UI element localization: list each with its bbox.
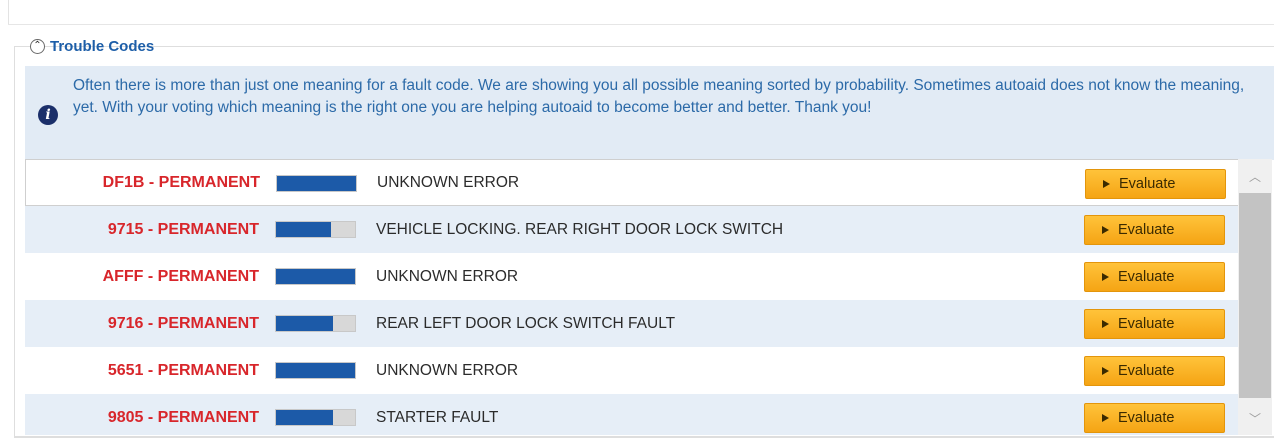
- play-icon: [1102, 414, 1109, 422]
- trouble-code-list: DF1B - PERMANENT UNKNOWN ERROR Evaluate …: [25, 159, 1238, 435]
- evaluate-button[interactable]: Evaluate: [1084, 215, 1225, 245]
- play-icon: [1103, 180, 1110, 188]
- scrollbar[interactable]: ︿ ﹀: [1238, 159, 1272, 435]
- evaluate-button-label: Evaluate: [1118, 269, 1175, 285]
- fault-meaning: REAR LEFT DOOR LOCK SWITCH FAULT: [376, 314, 676, 332]
- probability-bar: [275, 268, 356, 285]
- probability-fill: [276, 410, 333, 425]
- section-title[interactable]: Trouble Codes: [50, 38, 154, 55]
- evaluate-button-label: Evaluate: [1118, 363, 1175, 379]
- evaluate-button[interactable]: Evaluate: [1084, 356, 1225, 386]
- fault-meaning: VEHICLE LOCKING. REAR RIGHT DOOR LOCK SW…: [376, 220, 784, 238]
- evaluate-button[interactable]: Evaluate: [1084, 403, 1225, 433]
- section-header[interactable]: ⌃ Trouble Codes: [30, 35, 154, 57]
- play-icon: [1102, 367, 1109, 375]
- fault-code: DF1B - PERMANENT: [102, 173, 260, 191]
- fault-code: 9715 - PERMANENT: [107, 220, 259, 238]
- evaluate-button[interactable]: Evaluate: [1085, 169, 1226, 199]
- trouble-code-row: 9716 - PERMANENT REAR LEFT DOOR LOCK SWI…: [25, 300, 1238, 347]
- evaluate-button[interactable]: Evaluate: [1084, 262, 1225, 292]
- trouble-code-row: DF1B - PERMANENT UNKNOWN ERROR Evaluate: [25, 159, 1238, 206]
- evaluate-button-label: Evaluate: [1118, 410, 1175, 426]
- probability-fill: [276, 316, 333, 331]
- trouble-code-row: AFFF - PERMANENT UNKNOWN ERROR Evaluate: [25, 253, 1238, 300]
- scrollbar-thumb[interactable]: [1239, 193, 1271, 398]
- trouble-code-row: 9715 - PERMANENT VEHICLE LOCKING. REAR R…: [25, 206, 1238, 253]
- fault-code: 5651 - PERMANENT: [107, 361, 259, 379]
- fault-code: 9716 - PERMANENT: [107, 314, 259, 332]
- fault-code: AFFF - PERMANENT: [102, 267, 259, 285]
- play-icon: [1102, 273, 1109, 281]
- info-text: Often there is more than just one meanin…: [73, 77, 1245, 116]
- fault-code: 9805 - PERMANENT: [107, 408, 259, 426]
- play-icon: [1102, 226, 1109, 234]
- fault-meaning: UNKNOWN ERROR: [377, 173, 520, 191]
- evaluate-button[interactable]: Evaluate: [1084, 309, 1225, 339]
- top-strip: [8, 0, 1274, 24]
- evaluate-button-label: Evaluate: [1118, 222, 1175, 238]
- collapse-up-icon[interactable]: ⌃: [30, 38, 45, 54]
- fault-meaning: STARTER FAULT: [376, 408, 499, 426]
- probability-bar: [275, 315, 356, 332]
- trouble-code-row: 5651 - PERMANENT UNKNOWN ERROR Evaluate: [25, 347, 1238, 394]
- divider: [8, 24, 1274, 25]
- info-icon: i: [38, 105, 58, 125]
- panel-bottom-border: [14, 436, 1274, 437]
- probability-bar: [275, 362, 356, 379]
- probability-fill: [277, 176, 356, 191]
- chevron-down-icon[interactable]: ﹀: [1238, 401, 1272, 435]
- probability-fill: [276, 363, 355, 378]
- trouble-code-row: 9805 - PERMANENT STARTER FAULT Evaluate: [25, 394, 1238, 435]
- evaluate-button-label: Evaluate: [1118, 316, 1175, 332]
- probability-fill: [276, 269, 355, 284]
- play-icon: [1102, 320, 1109, 328]
- chevron-up-icon[interactable]: ︿: [1238, 159, 1272, 193]
- probability-bar: [276, 175, 357, 192]
- probability-bar: [275, 409, 356, 426]
- probability-fill: [276, 222, 332, 237]
- probability-bar: [275, 221, 356, 238]
- fault-meaning: UNKNOWN ERROR: [376, 361, 519, 379]
- fault-meaning: UNKNOWN ERROR: [376, 267, 519, 285]
- evaluate-button-label: Evaluate: [1119, 176, 1176, 192]
- info-message: i Often there is more than just one mean…: [25, 66, 1274, 160]
